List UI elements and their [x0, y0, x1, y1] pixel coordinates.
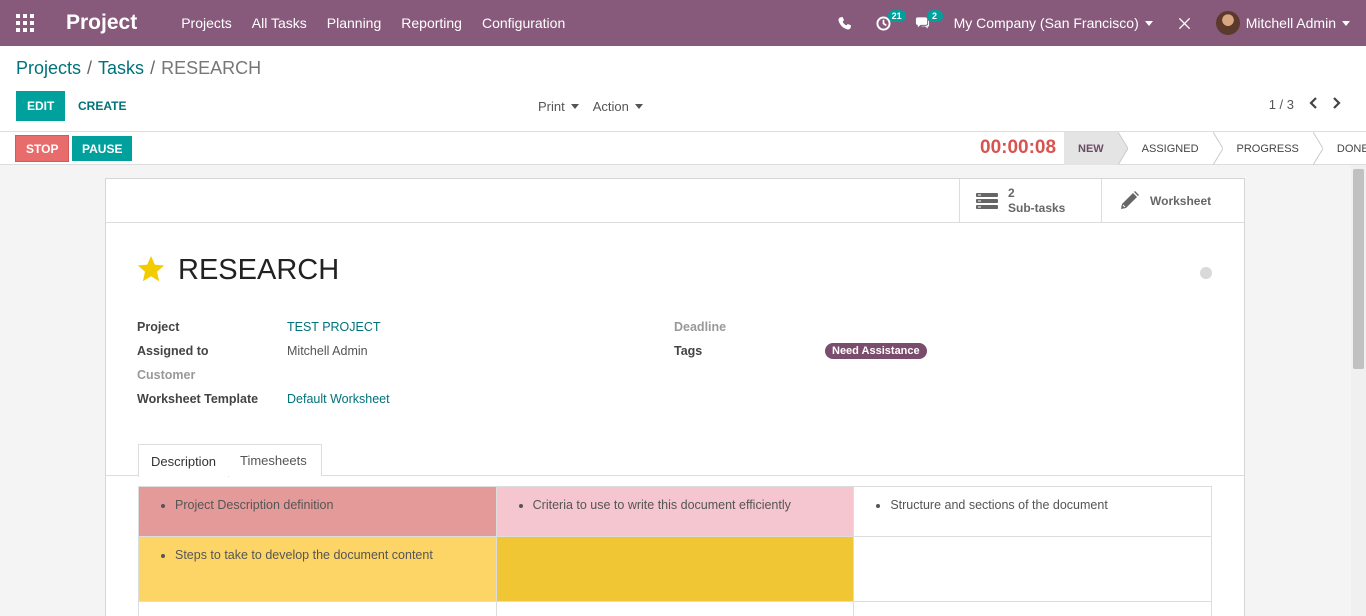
app-name[interactable]: Project	[66, 11, 137, 35]
navbar-systray: 21 2 My Company (San Francisco) Mitchell…	[825, 0, 1366, 46]
pager-value[interactable]: 1 / 3	[1269, 97, 1294, 112]
menu-item-configuration[interactable]: Configuration	[472, 15, 575, 31]
stage-pipeline: NEW ASSIGNED PROGRESS DONE	[1064, 132, 1366, 165]
subtasks-button[interactable]: 2 Sub-tasks	[959, 179, 1101, 223]
stage-new[interactable]: NEW	[1064, 132, 1118, 165]
scrollbar[interactable]	[1351, 165, 1366, 616]
apps-menu-icon[interactable]	[0, 0, 50, 46]
menu-item-reporting[interactable]: Reporting	[391, 15, 472, 31]
table-cell[interactable]	[138, 601, 497, 616]
top-navbar: Project Projects All Tasks Planning Repo…	[0, 0, 1366, 46]
breadcrumb-tasks[interactable]: Tasks	[98, 58, 144, 78]
list-item: Structure and sections of the document	[890, 498, 1195, 512]
breadcrumb-separator: /	[87, 58, 93, 78]
user-name: Mitchell Admin	[1245, 15, 1336, 31]
action-label: Action	[592, 99, 629, 114]
table-cell[interactable]	[853, 536, 1212, 602]
worksheet-template-value[interactable]: Default Worksheet	[287, 392, 390, 406]
activity-clock-icon[interactable]: 21	[864, 0, 906, 46]
stop-timer-button[interactable]: STOP	[15, 135, 70, 162]
list-item: Steps to take to develop the document co…	[175, 548, 480, 562]
table-cell[interactable]: Criteria to use to write this document e…	[495, 486, 855, 537]
kanban-state-indicator[interactable]	[1200, 267, 1212, 279]
toolbar-dropdowns: Print Action	[538, 99, 643, 114]
project-label: Project	[137, 320, 180, 334]
tab-timesheets[interactable]: Timesheets	[228, 444, 322, 476]
main-menu: Projects All Tasks Planning Reporting Co…	[171, 15, 575, 31]
caret-down-icon	[1144, 20, 1153, 26]
tags-label: Tags	[674, 344, 703, 358]
worksheet-button[interactable]: Worksheet	[1101, 179, 1244, 223]
project-value[interactable]: TEST PROJECT	[287, 320, 381, 334]
form-sheet: 2 Sub-tasks Worksheet RESEARCH Project T…	[105, 178, 1245, 616]
edit-button[interactable]: EDIT	[16, 91, 66, 121]
breadcrumb-separator: /	[150, 58, 156, 78]
tag-badge[interactable]: Need Assistance	[825, 343, 927, 359]
chevron-right-icon[interactable]	[1332, 97, 1342, 112]
table-cell[interactable]: Steps to take to develop the document co…	[138, 536, 497, 602]
notebook-tabs: Description Timesheets	[106, 444, 1244, 477]
company-name: My Company (San Francisco)	[953, 15, 1139, 31]
tab-description[interactable]: Description	[138, 444, 229, 477]
stage-arrow-icon	[1312, 132, 1323, 165]
task-title-row: RESEARCH	[136, 254, 339, 287]
pause-timer-button[interactable]: PAUSE	[72, 136, 133, 161]
star-icon[interactable]	[136, 254, 166, 287]
stage-progress[interactable]: PROGRESS	[1223, 132, 1313, 165]
user-menu[interactable]: Mitchell Admin	[1204, 11, 1366, 35]
task-name[interactable]: RESEARCH	[178, 254, 339, 287]
breadcrumb-projects[interactable]: Projects	[16, 58, 81, 78]
subtasks-stat: 2 Sub-tasks	[1008, 186, 1065, 216]
deadline-label: Deadline	[674, 320, 727, 334]
avatar	[1215, 11, 1240, 35]
debug-tools-icon[interactable]	[1165, 0, 1204, 46]
caret-down-icon	[634, 104, 643, 109]
menu-item-projects[interactable]: Projects	[171, 15, 242, 31]
timer-display: 00:00:08	[980, 137, 1057, 158]
breadcrumb: Projects / Tasks / RESEARCH	[16, 58, 261, 79]
assigned-to-value[interactable]: Mitchell Admin	[287, 344, 368, 358]
worksheet-label: Worksheet	[1150, 193, 1212, 208]
chevron-left-icon[interactable]	[1308, 97, 1318, 112]
list-item: Project Description definition	[175, 498, 480, 512]
stage-arrow-icon	[1117, 132, 1128, 165]
stage-arrow-icon	[1212, 132, 1223, 165]
control-panel: Projects / Tasks / RESEARCH EDIT CREATE Prin…	[0, 46, 1366, 132]
messages-count-badge: 2	[926, 10, 943, 22]
pager: 1 / 3	[1269, 97, 1342, 112]
subtasks-count: 2	[1008, 186, 1015, 200]
table-cell[interactable]: Project Description definition	[138, 486, 497, 537]
smart-button-box: 2 Sub-tasks Worksheet	[106, 179, 1244, 223]
caret-down-icon	[570, 104, 579, 109]
table-cell[interactable]: Structure and sections of the document	[853, 486, 1212, 537]
print-label: Print	[538, 99, 565, 114]
print-dropdown[interactable]: Print	[538, 99, 579, 114]
action-dropdown[interactable]: Action	[593, 99, 643, 114]
create-button[interactable]: CREATE	[70, 91, 134, 121]
table-cell[interactable]	[495, 536, 855, 602]
breadcrumb-current: RESEARCH	[161, 58, 262, 78]
company-switcher[interactable]: My Company (San Francisco)	[942, 15, 1165, 31]
messages-icon[interactable]: 2	[903, 0, 943, 46]
customer-label: Customer	[137, 368, 196, 382]
subtasks-label: Sub-tasks	[1008, 201, 1066, 215]
list-item: Criteria to use to write this document e…	[533, 498, 838, 512]
stage-done[interactable]: DONE	[1323, 132, 1366, 165]
menu-item-all-tasks[interactable]: All Tasks	[242, 15, 317, 31]
table-cell[interactable]	[853, 601, 1212, 616]
table-cell[interactable]	[495, 601, 855, 616]
phone-icon[interactable]	[825, 0, 864, 46]
menu-item-planning[interactable]: Planning	[317, 15, 392, 31]
description-table: Project Description definition Criteria …	[138, 486, 1212, 616]
form-statusbar: STOP PAUSE 00:00:08 NEW ASSIGNED PROGRES…	[0, 132, 1366, 165]
tasks-list-icon	[976, 193, 998, 209]
caret-down-icon	[1342, 20, 1350, 26]
assigned-to-label: Assigned to	[137, 344, 209, 358]
stage-assigned[interactable]: ASSIGNED	[1128, 132, 1213, 165]
scrollbar-thumb[interactable]	[1353, 169, 1364, 369]
worksheet-template-label: Worksheet Template	[137, 392, 259, 406]
pencil-icon	[1121, 191, 1139, 209]
